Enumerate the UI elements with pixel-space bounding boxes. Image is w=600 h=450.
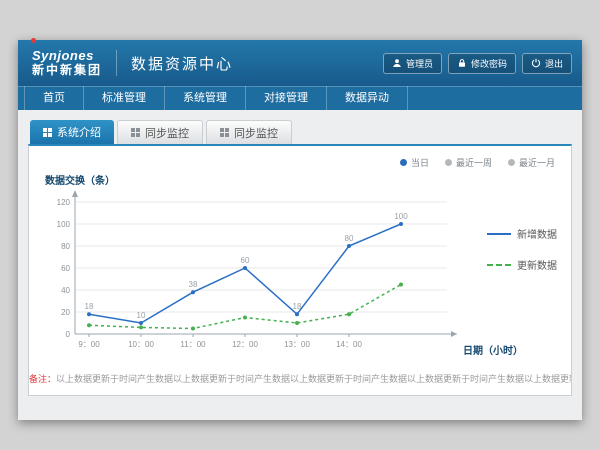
header: Synjones 新中新集团 数据资源中心 管理员 修改密码 <box>18 40 582 86</box>
change-password-label: 修改密码 <box>471 57 507 70</box>
main-nav: 首页 标准管理 系统管理 对接管理 数据异动 <box>18 86 582 110</box>
admin-user-label: 管理员 <box>406 57 433 70</box>
svg-text:18: 18 <box>85 302 94 311</box>
svg-text:80: 80 <box>345 234 354 243</box>
tab-sync-monitor-2[interactable]: 同步监控 <box>206 120 292 144</box>
svg-text:11：00: 11：00 <box>180 340 206 349</box>
footnote-text: 以上数据更新于时间产生数据以上数据更新于时间产生数据以上数据更新于时间产生数据以… <box>56 374 571 384</box>
tab-system-intro[interactable]: 系统介绍 <box>30 120 114 144</box>
svg-text:10：00: 10：00 <box>128 340 154 349</box>
svg-text:60: 60 <box>241 256 250 265</box>
tab-label: 同步监控 <box>234 125 278 141</box>
legend-item-update-data[interactable]: 更新数据 <box>487 257 557 272</box>
page-title: 数据资源中心 <box>131 53 233 74</box>
logout-button[interactable]: 退出 <box>522 53 572 74</box>
logo-subtitle: 新中新集团 <box>32 64 102 77</box>
logo-accent-dot <box>31 38 36 43</box>
grid-icon <box>43 128 52 137</box>
logout-label: 退出 <box>545 57 563 70</box>
svg-text:120: 120 <box>57 198 71 207</box>
tab-label: 同步监控 <box>145 125 189 141</box>
user-icon <box>392 58 402 68</box>
svg-text:20: 20 <box>61 308 70 317</box>
lock-icon <box>457 58 467 68</box>
svg-text:14：00: 14：00 <box>336 340 362 349</box>
chart-panel: 当日 最近一周 最近一月 数据交换（条） 0 20 40 60 80 100 120 9：00… <box>28 144 572 396</box>
svg-text:40: 40 <box>61 286 70 295</box>
grid-icon <box>131 128 140 137</box>
svg-text:100: 100 <box>394 212 408 221</box>
tab-sync-monitor-1[interactable]: 同步监控 <box>117 120 203 144</box>
footnote: 备注：以上数据更新于时间产生数据以上数据更新于时间产生数据以上数据更新于时间产生… <box>29 372 571 385</box>
tab-bar: 系统介绍 同步监控 同步监控 <box>30 120 572 144</box>
svg-text:10: 10 <box>137 311 146 320</box>
grid-icon <box>220 128 229 137</box>
nav-item-system-mgmt[interactable]: 系统管理 <box>165 86 246 110</box>
nav-item-data-change[interactable]: 数据异动 <box>327 86 408 110</box>
legend-label: 新增数据 <box>517 226 557 241</box>
logo: Synjones 新中新集团 <box>32 49 102 76</box>
svg-text:80: 80 <box>61 242 70 251</box>
x-axis-title: 日期（小时） <box>463 342 523 357</box>
app-window: Synjones 新中新集团 数据资源中心 管理员 修改密码 <box>18 40 582 420</box>
series-legend: 新增数据 更新数据 <box>487 226 557 288</box>
change-password-button[interactable]: 修改密码 <box>448 53 516 74</box>
legend-label: 更新数据 <box>517 257 557 272</box>
filter-today[interactable]: 当日 <box>400 156 429 169</box>
admin-user-button[interactable]: 管理员 <box>383 53 442 74</box>
filter-dot-today <box>400 159 407 166</box>
tab-label: 系统介绍 <box>57 124 101 140</box>
nav-item-standard-mgmt[interactable]: 标准管理 <box>84 86 165 110</box>
legend-line-new <box>487 233 511 235</box>
footnote-label: 备注： <box>29 374 56 384</box>
svg-text:38: 38 <box>189 280 198 289</box>
content-area: 系统介绍 同步监控 同步监控 当日 <box>18 110 582 420</box>
svg-text:0: 0 <box>66 330 71 339</box>
svg-text:9：00: 9：00 <box>78 340 100 349</box>
line-chart-svg: 0 20 40 60 80 100 120 9：00 10：00 11：00 12：00 13：00 1… <box>39 188 469 366</box>
logo-text: Synjones <box>32 49 102 63</box>
time-range-filters: 当日 最近一周 最近一月 <box>400 156 555 169</box>
svg-text:12：00: 12：00 <box>232 340 258 349</box>
filter-dot-month <box>508 159 515 166</box>
nav-item-interface-mgmt[interactable]: 对接管理 <box>246 86 327 110</box>
svg-text:18: 18 <box>293 302 302 311</box>
filter-last-week[interactable]: 最近一周 <box>445 156 492 169</box>
y-axis-title: 数据交换（条） <box>45 172 115 187</box>
svg-text:60: 60 <box>61 264 70 273</box>
line-chart: 0 20 40 60 80 100 120 9：00 10：00 11：00 12：00 13：00 1… <box>39 188 469 371</box>
filter-last-month[interactable]: 最近一月 <box>508 156 555 169</box>
svg-text:13：00: 13：00 <box>284 340 310 349</box>
header-divider <box>116 50 117 76</box>
svg-text:100: 100 <box>57 220 71 229</box>
filter-label: 当日 <box>411 156 429 169</box>
legend-item-new-data[interactable]: 新增数据 <box>487 226 557 241</box>
power-icon <box>531 58 541 68</box>
filter-dot-week <box>445 159 452 166</box>
legend-line-update <box>487 264 511 266</box>
nav-item-home[interactable]: 首页 <box>24 86 84 110</box>
header-actions: 管理员 修改密码 退出 <box>383 53 572 74</box>
filter-label: 最近一周 <box>456 156 492 169</box>
filter-label: 最近一月 <box>519 156 555 169</box>
